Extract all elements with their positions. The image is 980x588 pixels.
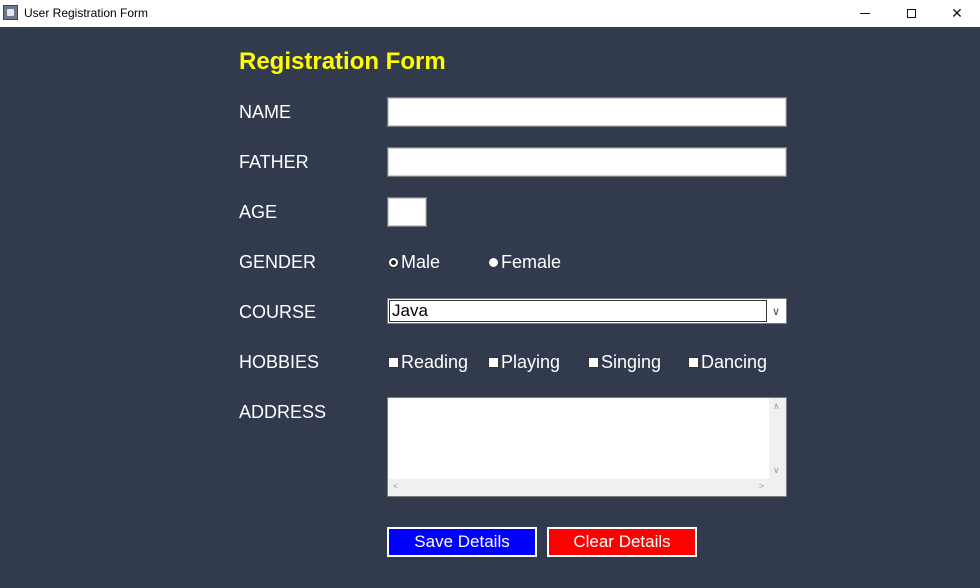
age-label: AGE [239, 202, 278, 222]
name-label: NAME [239, 102, 292, 122]
gender-male-label: Male [401, 252, 441, 272]
hobby-singing-option[interactable]: Singing [588, 352, 661, 373]
close-icon: ✕ [951, 5, 963, 21]
hobby-playing-option[interactable]: Playing [488, 352, 560, 373]
scroll-left-icon[interactable]: < [393, 481, 398, 491]
maximize-icon [906, 9, 916, 18]
gender-female-option[interactable]: Female [488, 252, 561, 273]
chevron-down-icon[interactable]: ∨ [768, 302, 784, 320]
gender-male-option[interactable]: Male [388, 252, 440, 273]
form-heading: Registration Form [239, 48, 446, 75]
gender-female-label: Female [501, 252, 562, 272]
hobby-singing-label: Singing [601, 352, 662, 372]
scroll-down-icon[interactable]: ∨ [773, 465, 780, 476]
checkbox-icon[interactable] [488, 357, 499, 368]
gender-label: GENDER [239, 252, 317, 272]
address-label: ADDRESS [239, 402, 327, 422]
maximize-button[interactable] [888, 0, 934, 27]
java-app-icon [3, 5, 18, 20]
checkbox-icon[interactable] [388, 357, 399, 368]
minimize-button[interactable] [842, 0, 888, 27]
scroll-up-icon[interactable]: ∧ [773, 401, 780, 412]
father-label: FATHER [239, 152, 309, 172]
checkbox-icon[interactable] [588, 357, 599, 368]
scroll-corner [769, 479, 786, 496]
window-title: User Registration Form [24, 6, 149, 20]
horizontal-scrollbar[interactable]: < > [388, 479, 769, 496]
course-select[interactable]: Java ∨ [387, 298, 787, 324]
scroll-right-icon[interactable]: > [759, 481, 764, 491]
age-input[interactable] [387, 197, 427, 227]
radio-unselected-icon[interactable] [488, 257, 499, 268]
course-selected-value: Java [389, 300, 767, 322]
save-details-button[interactable]: Save Details [387, 527, 537, 557]
close-button[interactable]: ✕ [934, 0, 980, 27]
hobby-reading-label: Reading [401, 352, 469, 372]
hobby-playing-label: Playing [501, 352, 561, 372]
radio-selected-icon[interactable] [388, 257, 399, 268]
hobbies-label: HOBBIES [239, 352, 320, 372]
course-label: COURSE [239, 302, 317, 322]
clear-details-button[interactable]: Clear Details [547, 527, 697, 557]
title-bar: User Registration Form ✕ [0, 0, 980, 27]
vertical-scrollbar[interactable]: ∧ ∨ [769, 398, 786, 479]
name-input[interactable] [387, 97, 787, 127]
checkbox-icon[interactable] [688, 357, 699, 368]
hobby-dancing-label: Dancing [701, 352, 768, 372]
hobby-reading-option[interactable]: Reading [388, 352, 468, 373]
hobby-dancing-option[interactable]: Dancing [688, 352, 767, 373]
address-textarea[interactable]: ∧ ∨ < > [387, 397, 787, 497]
father-input[interactable] [387, 147, 787, 177]
minimize-icon [860, 13, 870, 14]
